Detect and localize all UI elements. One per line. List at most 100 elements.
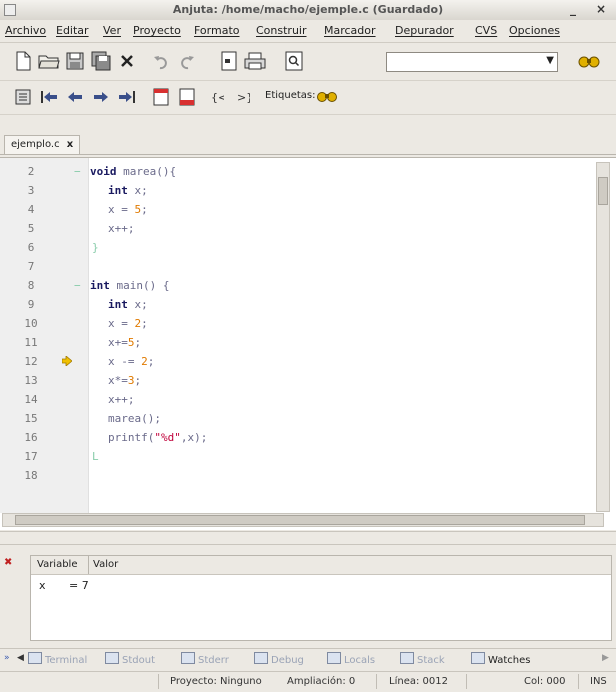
window-title: Anjuta: /home/macho/ejemple.c (Guardado) — [172, 3, 444, 16]
search-combo[interactable]: ▼ — [386, 52, 558, 72]
tab-close-icon[interactable]: x — [67, 139, 73, 150]
tags-button[interactable] — [316, 85, 338, 107]
menu-ver[interactable]: Ver — [103, 24, 121, 37]
column-divider[interactable] — [88, 556, 89, 574]
print-button[interactable] — [244, 50, 266, 72]
code-line: 13 x*=3; — [0, 371, 596, 390]
fold-end-marker: L — [92, 450, 99, 463]
tab-locals[interactable]: Locals — [327, 652, 375, 668]
new-file-icon — [16, 51, 31, 71]
menu-bar: Archivo Editar Ver Proyecto Formato Cons… — [0, 20, 616, 43]
save-button[interactable] — [64, 50, 86, 72]
open-button[interactable] — [38, 50, 60, 72]
menu-marcador[interactable]: Marcador — [324, 24, 376, 37]
status-project: Proyecto: Ninguno — [170, 676, 262, 687]
go-forward-button[interactable] — [90, 86, 112, 108]
title-bar: Anjuta: /home/macho/ejemple.c (Guardado)… — [0, 0, 616, 21]
tab-label: Terminal — [45, 655, 88, 666]
tab-watches[interactable]: Watches — [471, 652, 531, 668]
next-bookmark-button[interactable] — [176, 86, 198, 108]
code-fragment: ,x); — [180, 431, 208, 444]
watch-variable[interactable]: x — [39, 579, 46, 592]
code-fragment: ; — [147, 355, 155, 368]
new-file-button[interactable] — [12, 50, 34, 72]
menu-editar[interactable]: Editar — [56, 24, 89, 37]
line-number: 7 — [27, 260, 35, 273]
prev-block-button[interactable]: {< — [206, 86, 228, 108]
menu-cvs[interactable]: CVS — [475, 24, 497, 37]
bookmarks-button[interactable] — [12, 86, 34, 108]
tab-label: ejemplo.c — [11, 139, 60, 150]
open-folder-icon — [38, 55, 60, 69]
toggle-bookmark-button[interactable] — [150, 86, 172, 108]
code-text: x+=5; — [108, 333, 141, 352]
line-number: 15 — [24, 412, 38, 425]
code-text: marea(); — [108, 412, 161, 425]
chevron-down-icon[interactable]: ▼ — [546, 55, 554, 66]
redo-button[interactable] — [176, 50, 198, 72]
code-line: 10 x = 2; — [0, 314, 596, 333]
goto-tag-button[interactable] — [578, 50, 600, 72]
printer-icon — [244, 52, 266, 70]
file-tabs: ejemplo.c x — [0, 135, 616, 155]
print-preview-button[interactable] — [218, 50, 240, 72]
editor-horizontal-scrollbar[interactable] — [2, 513, 604, 527]
collapse-icon[interactable]: » — [4, 653, 10, 663]
code-fragment: ; — [134, 336, 142, 349]
pane-splitter[interactable] — [0, 531, 616, 545]
terminal-icon — [28, 652, 42, 664]
code-text: x*=3; — [108, 371, 141, 390]
close-button[interactable]: × — [596, 2, 606, 16]
minimize-button[interactable]: _ — [570, 2, 576, 16]
tab-label: Stack — [417, 655, 445, 666]
tab-ejemplo-c[interactable]: ejemplo.c x — [4, 135, 81, 154]
go-last-button[interactable] — [116, 86, 138, 108]
undo-button[interactable] — [150, 50, 172, 72]
tab-debug[interactable]: Debug — [254, 652, 304, 668]
next-block-button[interactable]: >} — [232, 86, 254, 108]
status-divider — [578, 674, 579, 689]
column-variable[interactable]: Variable — [37, 559, 78, 570]
number-literal: 3 — [127, 374, 135, 387]
tab-terminal[interactable]: Terminal — [28, 652, 87, 668]
code-editor[interactable]: 2 − void marea(){ 3 int x; 4 x = 5; 5 x+… — [0, 157, 616, 530]
code-text: x = 2; — [108, 314, 148, 333]
save-all-icon — [91, 51, 111, 71]
number-literal: 2 — [141, 355, 148, 368]
fold-marker[interactable]: − — [74, 162, 81, 181]
navigation-toolbar: {< >} Etiquetas: — [0, 81, 616, 115]
tab-stdout[interactable]: Stdout — [105, 652, 155, 668]
go-first-button[interactable] — [38, 86, 60, 108]
scrollbar-thumb[interactable] — [15, 515, 585, 525]
code-line: 15 marea(); — [0, 409, 596, 428]
code-fragment: main() { — [109, 279, 170, 292]
tab-stack[interactable]: Stack — [400, 652, 445, 668]
scrollbar-thumb[interactable] — [598, 177, 608, 205]
keyword: void — [90, 165, 117, 178]
column-value[interactable]: Valor — [93, 559, 118, 570]
menu-opciones[interactable]: Opciones — [509, 24, 560, 37]
line-number: 5 — [27, 222, 35, 235]
scroll-left-icon[interactable]: ◀ — [17, 653, 24, 663]
find-button[interactable] — [283, 50, 305, 72]
close-panel-icon[interactable]: ✖ — [4, 557, 12, 568]
close-file-button[interactable] — [116, 50, 138, 72]
scroll-right-icon[interactable]: ▶ — [602, 653, 609, 663]
menu-proyecto[interactable]: Proyecto — [133, 24, 181, 37]
go-back-button[interactable] — [64, 86, 86, 108]
watch-value[interactable]: = 7 — [69, 579, 89, 592]
debug-tabs: » ◀ Terminal Stdout Stderr Debug Locals … — [0, 648, 616, 671]
menu-construir[interactable]: Construir — [256, 24, 307, 37]
menu-depurador[interactable]: Depurador — [395, 24, 454, 37]
locals-icon — [327, 652, 341, 664]
fold-marker[interactable]: − — [74, 276, 81, 295]
line-number: 2 — [27, 165, 35, 178]
menu-archivo[interactable]: Archivo — [5, 24, 46, 37]
menu-formato[interactable]: Formato — [194, 24, 240, 37]
save-all-button[interactable] — [90, 50, 112, 72]
arrow-last-icon — [119, 91, 135, 103]
code-line: 9 int x; — [0, 295, 596, 314]
code-line: 2 − void marea(){ — [0, 162, 596, 181]
editor-vertical-scrollbar[interactable] — [596, 162, 610, 512]
tab-stderr[interactable]: Stderr — [181, 652, 229, 668]
